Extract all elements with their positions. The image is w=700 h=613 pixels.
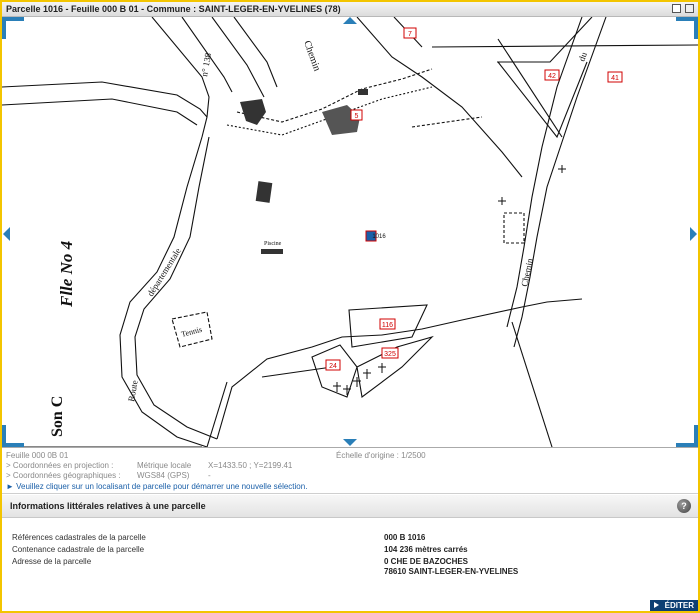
- pan-left-icon[interactable]: [3, 227, 10, 241]
- label-feuille: Flle No 4: [57, 241, 76, 308]
- label-du: du: [576, 50, 589, 62]
- label-departementale: départementale: [145, 246, 183, 298]
- row-label-references: Références cadastrales de la parcelle: [12, 533, 146, 542]
- svg-text:24: 24: [329, 363, 337, 370]
- edit-button-label: ÉDITER: [664, 601, 694, 610]
- pan-down-icon[interactable]: [343, 439, 357, 446]
- maximize-icon[interactable]: [685, 4, 694, 13]
- svg-text:7: 7: [408, 31, 412, 38]
- window-titlebar: Parcelle 1016 - Feuille 000 B 01 - Commu…: [2, 2, 698, 17]
- window-title: Parcelle 1016 - Feuille 000 B 01 - Commu…: [6, 4, 341, 14]
- selection-hint: ► Veuillez cliquer sur un localisant de …: [6, 482, 308, 491]
- panel-title: Informations littérales relatives à une …: [10, 501, 206, 511]
- parcel-marker-42[interactable]: 42: [544, 69, 560, 81]
- cadastral-map[interactable]: Chemin n° 138 du Flle No 4 Son C Route d…: [2, 17, 698, 448]
- map-corner-top-left: [2, 17, 24, 39]
- parcel-marker-7[interactable]: 7: [403, 27, 417, 39]
- pan-right-icon[interactable]: [690, 227, 697, 241]
- map-corner-top-right: [676, 17, 698, 39]
- label-chemin-top: Chemin: [301, 39, 322, 73]
- svg-text:42: 42: [548, 73, 556, 80]
- coord-proj-system: Métrique locale: [137, 461, 192, 470]
- parcel-marker-41[interactable]: 41: [607, 71, 623, 83]
- parcel-marker-24[interactable]: 24: [325, 359, 341, 371]
- help-icon[interactable]: ?: [677, 499, 691, 513]
- restore-icon[interactable]: [672, 4, 681, 13]
- row-value-adresse-line2: 78610 SAINT-LEGER-EN-YVELINES: [384, 567, 519, 576]
- panel-header: Informations littérales relatives à une …: [2, 495, 698, 518]
- pan-up-icon[interactable]: [343, 17, 357, 24]
- feuille-ref: Feuille 000 0B 01: [6, 451, 69, 460]
- label-piscine: Piscine: [264, 241, 282, 247]
- coord-proj-value: X=1433.50 ; Y=2199.41: [208, 461, 293, 470]
- map-corner-bottom-right: [676, 425, 698, 447]
- row-value-references: 000 B 1016: [384, 533, 426, 542]
- row-label-adresse: Adresse de la parcelle: [12, 557, 92, 566]
- map-drawing: Chemin n° 138 du Flle No 4 Son C Route d…: [2, 17, 698, 447]
- parcel-marker-5[interactable]: 5: [350, 109, 363, 121]
- label-n138: n° 138: [199, 52, 213, 78]
- coord-proj-label: > Coordonnées en projection :: [6, 461, 114, 470]
- label-route: Route: [126, 379, 140, 402]
- label-section: Son C: [49, 396, 66, 437]
- label-tennis: Tennis: [180, 325, 203, 339]
- divider: [2, 493, 698, 494]
- svg-text:5: 5: [355, 113, 359, 120]
- parcel-marker-325[interactable]: 325: [381, 347, 399, 359]
- svg-text:1016: 1016: [372, 234, 386, 240]
- coord-geo-system: WGS84 (GPS): [137, 471, 190, 480]
- svg-text:41: 41: [611, 75, 619, 82]
- svg-text:116: 116: [382, 322, 393, 329]
- play-arrow-icon: [654, 602, 659, 608]
- echelle-origine: Échelle d'origine : 1/2500: [336, 451, 426, 460]
- row-label-contenance: Contenance cadastrale de la parcelle: [12, 545, 145, 554]
- parcel-marker-116[interactable]: 116: [379, 318, 396, 330]
- coord-geo-value: -: [208, 471, 211, 480]
- svg-text:325: 325: [384, 351, 396, 358]
- app-window: Parcelle 1016 - Feuille 000 B 01 - Commu…: [2, 2, 698, 611]
- edit-button[interactable]: ÉDITER: [650, 600, 698, 611]
- row-value-contenance: 104 236 mètres carrés: [384, 545, 468, 554]
- row-value-adresse: 0 CHE DE BAZOCHES: [384, 557, 469, 566]
- parcel-marker-1016[interactable]: 1016: [365, 230, 386, 242]
- parcel-info-panel: Informations littérales relatives à une …: [2, 495, 698, 611]
- map-corner-bottom-left: [2, 425, 24, 447]
- coord-geo-label: > Coordonnées géographiques :: [6, 471, 121, 480]
